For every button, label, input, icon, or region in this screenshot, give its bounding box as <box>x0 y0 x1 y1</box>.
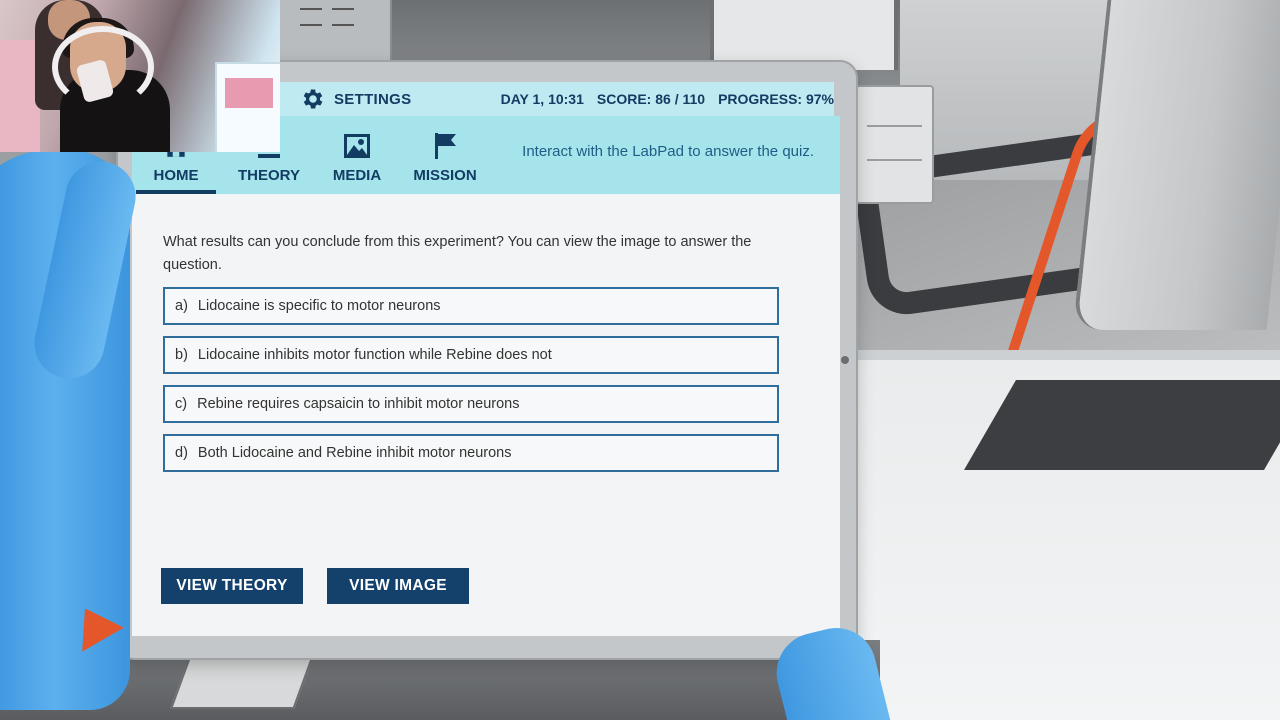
locker-vent <box>332 8 354 26</box>
option-text: Lidocaine inhibits motor function while … <box>197 347 552 363</box>
tab-mission[interactable]: MISSION <box>408 116 482 194</box>
lab-doorway <box>710 0 898 70</box>
webcam-background-shelf <box>0 40 40 152</box>
quiz-panel: What results can you conclude from this … <box>132 194 840 636</box>
lab-cabinet <box>855 85 934 204</box>
lab-machine <box>1072 0 1280 330</box>
settings-label: SETTINGS <box>334 90 412 108</box>
labpad-status-bar: SETTINGS DAY 1, 10:31 SCORE: 86 / 110 PR… <box>280 82 834 116</box>
game-scene: SETTINGS DAY 1, 10:31 SCORE: 86 / 110 PR… <box>0 0 1280 720</box>
option-key: d) <box>175 445 188 461</box>
flag-icon <box>432 131 458 161</box>
instruction-text: Interact with the LabPad to answer the q… <box>522 143 814 160</box>
tab-media[interactable]: MEDIA <box>324 116 390 194</box>
keyboard <box>170 655 314 709</box>
pc-glow <box>225 78 273 108</box>
option-key: b) <box>175 347 188 363</box>
score-readout: SCORE: 86 / 110 <box>596 91 706 107</box>
settings-button[interactable]: SETTINGS <box>300 86 411 112</box>
answer-option-a[interactable]: a) Lidocaine is specific to motor neuron… <box>163 287 779 325</box>
tab-label: MEDIA <box>332 167 382 184</box>
gear-icon <box>303 89 323 109</box>
cabinet-drawer-line <box>867 125 922 127</box>
answer-option-b[interactable]: b) Lidocaine inhibits motor function whi… <box>163 336 779 374</box>
option-text: Rebine requires capsaicin to inhibit mot… <box>197 396 520 412</box>
progress-readout: PROGRESS: 97% <box>718 91 834 107</box>
option-text: Lidocaine is specific to motor neurons <box>197 298 441 314</box>
bench-shadow <box>964 380 1280 470</box>
tab-label: MISSION <box>413 167 477 184</box>
view-image-button[interactable]: VIEW IMAGE <box>327 568 469 604</box>
view-theory-button[interactable]: VIEW THEORY <box>161 568 303 604</box>
option-text: Both Lidocaine and Rebine inhibit motor … <box>197 445 512 461</box>
tab-label: HOME <box>153 167 199 184</box>
quiz-question: What results can you conclude from this … <box>163 234 752 273</box>
answer-option-d[interactable]: d) Both Lidocaine and Rebine inhibit mot… <box>163 434 779 472</box>
option-key: a) <box>175 298 188 314</box>
webcam-background-pc <box>215 62 280 152</box>
tab-label: THEORY <box>238 167 300 184</box>
day-time-readout: DAY 1, 10:31 <box>500 91 584 107</box>
labpad-side-button <box>841 356 849 364</box>
cabinet-drawer-line <box>867 159 922 161</box>
game-status: DAY 1, 10:31 SCORE: 86 / 110 PROGRESS: 9… <box>501 91 834 107</box>
option-key: c) <box>175 396 188 412</box>
image-icon <box>343 131 371 161</box>
lab-locker <box>280 0 392 60</box>
answer-option-c[interactable]: c) Rebine requires capsaicin to inhibit … <box>163 385 779 423</box>
webcam-overlay <box>0 0 280 152</box>
locker-vent <box>300 8 322 26</box>
